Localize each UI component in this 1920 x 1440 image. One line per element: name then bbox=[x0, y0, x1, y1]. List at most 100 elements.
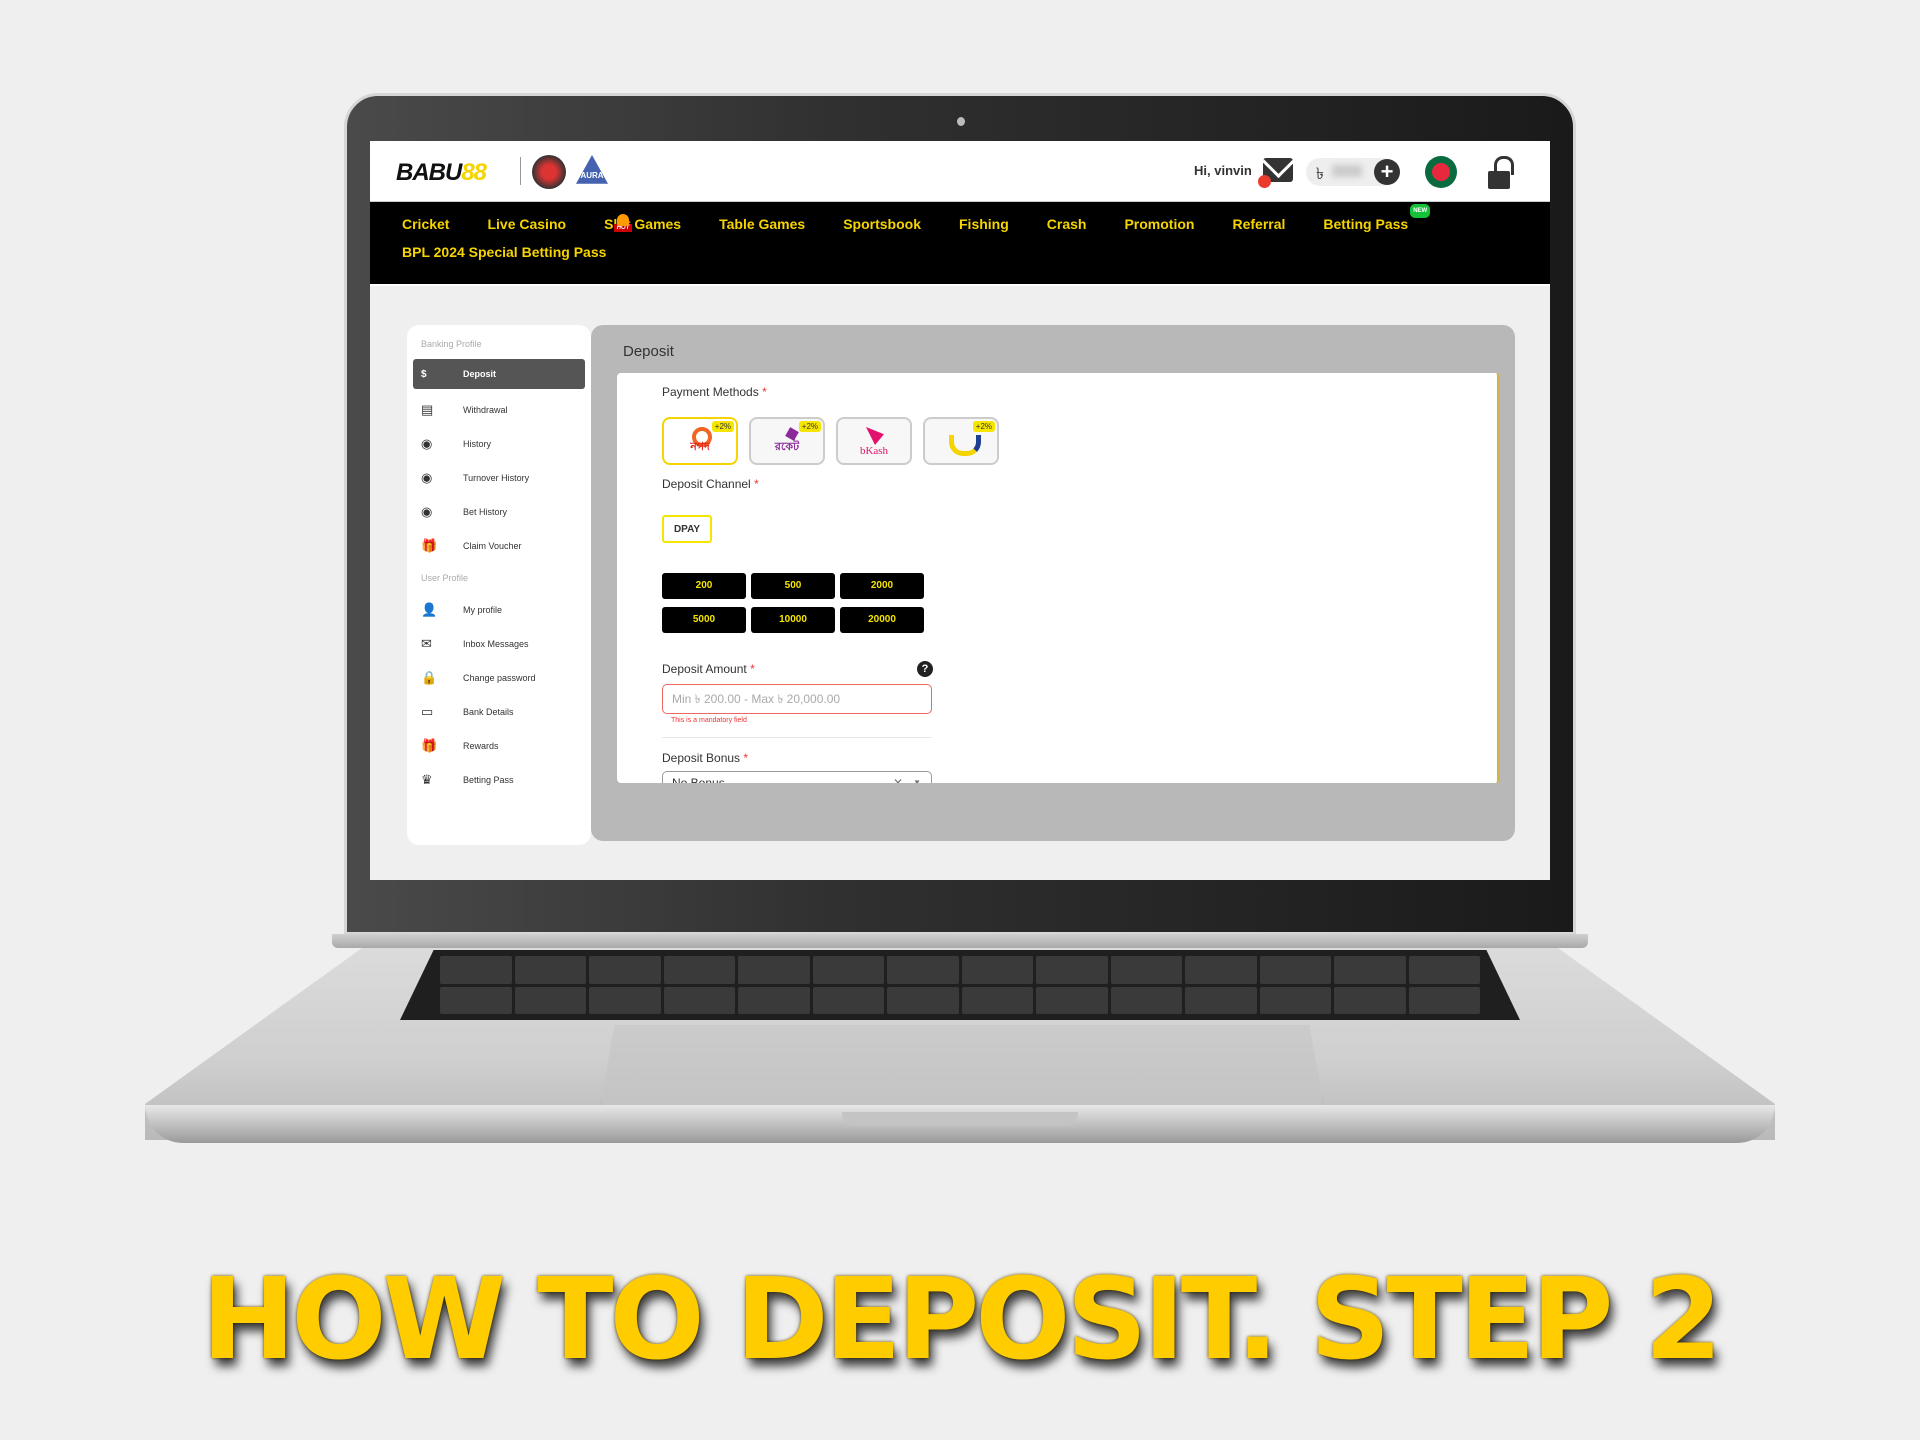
step-caption: HOW TO DEPOSIT. STEP 2 bbox=[201, 1255, 1723, 1385]
chevron-down-icon[interactable]: ▼ bbox=[913, 778, 921, 783]
site-header: BABU88 AURA Hi, vinvin ৳ + bbox=[370, 141, 1550, 202]
nav-cricket[interactable]: Cricket bbox=[402, 216, 449, 232]
account-sidebar: Banking Profile $ Deposit ▤ Withdrawal ◉ Hi… bbox=[407, 325, 591, 845]
sidebar-item-my-profile[interactable]: 👤 My profile bbox=[413, 593, 585, 627]
sidebar-item-label: My profile bbox=[463, 605, 503, 615]
nav-crash[interactable]: Crash bbox=[1047, 216, 1087, 232]
sidebar-item-bet-history[interactable]: ◉ Bet History bbox=[413, 495, 585, 529]
amount-preset-button[interactable]: 200 bbox=[662, 573, 746, 599]
amount-preset-button[interactable]: 2000 bbox=[840, 573, 924, 599]
lock-icon: 🔒 bbox=[421, 670, 438, 685]
new-badge: NEW bbox=[1410, 204, 1431, 218]
sidebar-item-history[interactable]: ◉ History bbox=[413, 427, 585, 461]
history-icon: ◉ bbox=[421, 470, 433, 485]
sidebar-item-deposit[interactable]: $ Deposit bbox=[413, 359, 585, 389]
main-nav: Cricket Live Casino Slot Games Table Gam… bbox=[370, 202, 1550, 286]
nav-live-casino[interactable]: Live Casino bbox=[487, 216, 566, 232]
user-icon: 👤 bbox=[421, 602, 438, 617]
payment-method-name: রকেট bbox=[774, 441, 800, 453]
divider bbox=[662, 737, 932, 738]
nav-table-games[interactable]: Table Games bbox=[719, 216, 805, 232]
history-icon: ◉ bbox=[421, 436, 433, 451]
laptop-trackpad bbox=[600, 1025, 1324, 1107]
help-icon[interactable]: ? bbox=[917, 661, 933, 677]
sidebar-item-label: Deposit bbox=[463, 369, 497, 379]
sidebar-item-withdrawal[interactable]: ▤ Withdrawal bbox=[413, 393, 585, 427]
sidebar-item-betting-pass[interactable]: ♛ Betting Pass bbox=[413, 763, 585, 797]
logo-divider bbox=[520, 157, 521, 185]
laptop-keyboard bbox=[400, 950, 1520, 1020]
laptop-hinge bbox=[332, 934, 1588, 948]
sidebar-item-label: Inbox Messages bbox=[463, 639, 529, 649]
payment-methods-label: Payment Methods * bbox=[662, 385, 767, 399]
payment-method-upay[interactable]: +2% bbox=[923, 417, 999, 465]
nav-betting-pass[interactable]: Betting Pass NEW bbox=[1323, 204, 1431, 232]
deposit-bonus-label: Deposit Bonus * bbox=[662, 751, 749, 765]
nav-promotion[interactable]: Promotion bbox=[1124, 216, 1194, 232]
nav-referral[interactable]: Referral bbox=[1232, 216, 1285, 232]
sidebar-section-title: User Profile bbox=[421, 573, 469, 583]
amount-preset-button[interactable]: 20000 bbox=[840, 607, 924, 633]
payment-method-bkash[interactable]: bKash bbox=[836, 417, 912, 465]
deposit-channel-label: Deposit Channel * bbox=[662, 477, 759, 491]
sidebar-item-label: Withdrawal bbox=[463, 405, 508, 415]
page-title: Deposit bbox=[623, 343, 674, 360]
bank-card-icon: ▭ bbox=[421, 704, 434, 719]
bonus-selected-value: No Bonus bbox=[672, 776, 725, 783]
sidebar-item-turnover-history[interactable]: ◉ Turnover History bbox=[413, 461, 585, 495]
sidebar-item-label: Bank Details bbox=[463, 707, 514, 717]
sidebar-item-change-password[interactable]: 🔒 Change password bbox=[413, 661, 585, 695]
nav-bpl-special-betting-pass[interactable]: BPL 2024 Special Betting Pass HOT bbox=[402, 214, 633, 260]
notification-dot bbox=[1258, 175, 1271, 188]
payment-method-name: নগদ bbox=[690, 441, 710, 453]
deposit-form: Payment Methods * +2% নগদ +2% রকেট bKash… bbox=[617, 373, 1500, 783]
user-greeting: Hi, vinvin bbox=[1194, 163, 1252, 178]
unlock-icon[interactable] bbox=[1488, 171, 1510, 189]
bonus-badge: +2% bbox=[972, 421, 995, 432]
deposit-amount-input[interactable] bbox=[662, 684, 932, 714]
balance-value-blurred bbox=[1332, 165, 1362, 177]
bonus-badge: +2% bbox=[711, 421, 734, 432]
sidebar-item-rewards[interactable]: 🎁 Rewards bbox=[413, 729, 585, 763]
sidebar-section-title: Banking Profile bbox=[421, 339, 482, 349]
laptop-camera bbox=[957, 117, 965, 126]
crown-icon: ♛ bbox=[421, 772, 433, 787]
sidebar-item-label: Claim Voucher bbox=[463, 541, 522, 551]
clear-icon[interactable]: ✕ bbox=[893, 776, 903, 783]
nav-fishing[interactable]: Fishing bbox=[959, 216, 1009, 232]
amount-error-message: This is a mandatory field bbox=[671, 717, 747, 724]
sidebar-item-bank-details[interactable]: ▭ Bank Details bbox=[413, 695, 585, 729]
sidebar-item-label: Rewards bbox=[463, 741, 499, 751]
bangladesh-flag-icon[interactable] bbox=[1425, 156, 1457, 188]
deposit-channel-dpay[interactable]: DPAY bbox=[662, 515, 712, 543]
team-badge-tigers bbox=[532, 155, 566, 189]
bkash-logo-icon bbox=[866, 427, 884, 445]
sidebar-item-inbox-messages[interactable]: ✉ Inbox Messages bbox=[413, 627, 585, 661]
team-badge-aura-label: AURA bbox=[580, 171, 604, 180]
amount-preset-button[interactable]: 500 bbox=[751, 573, 835, 599]
taka-icon: ৳ bbox=[1316, 166, 1324, 183]
amount-preset-button[interactable]: 10000 bbox=[751, 607, 835, 633]
amount-preset-button[interactable]: 5000 bbox=[662, 607, 746, 633]
sidebar-item-label: History bbox=[463, 439, 492, 449]
laptop-screen: BABU88 AURA Hi, vinvin ৳ + Cricket Live … bbox=[370, 141, 1550, 880]
laptop-notch bbox=[842, 1112, 1078, 1126]
payment-method-rocket[interactable]: +2% রকেট bbox=[749, 417, 825, 465]
history-icon: ◉ bbox=[421, 504, 433, 519]
upay-logo-icon bbox=[949, 435, 981, 456]
sidebar-item-label: Bet History bbox=[463, 507, 508, 517]
payment-method-nagad[interactable]: +2% নগদ bbox=[662, 417, 738, 465]
nav-sportsbook[interactable]: Sportsbook bbox=[843, 216, 921, 232]
plus-circle-icon[interactable]: + bbox=[1374, 159, 1400, 185]
brand-logo[interactable]: BABU88 bbox=[396, 159, 487, 187]
dollar-icon: $ bbox=[421, 368, 427, 380]
sidebar-item-label: Change password bbox=[463, 673, 536, 683]
deposit-bonus-select[interactable]: No Bonus ✕ ▼ bbox=[662, 771, 932, 783]
payment-method-name: bKash bbox=[859, 445, 889, 457]
nav-row: Cricket Live Casino Slot Games Table Gam… bbox=[402, 204, 1550, 232]
deposit-amount-label: Deposit Amount * bbox=[662, 662, 755, 676]
gift-icon: 🎁 bbox=[421, 738, 438, 753]
withdrawal-icon: ▤ bbox=[421, 402, 434, 417]
gift-icon: 🎁 bbox=[421, 538, 438, 553]
sidebar-item-claim-voucher[interactable]: 🎁 Claim Voucher bbox=[413, 529, 585, 563]
